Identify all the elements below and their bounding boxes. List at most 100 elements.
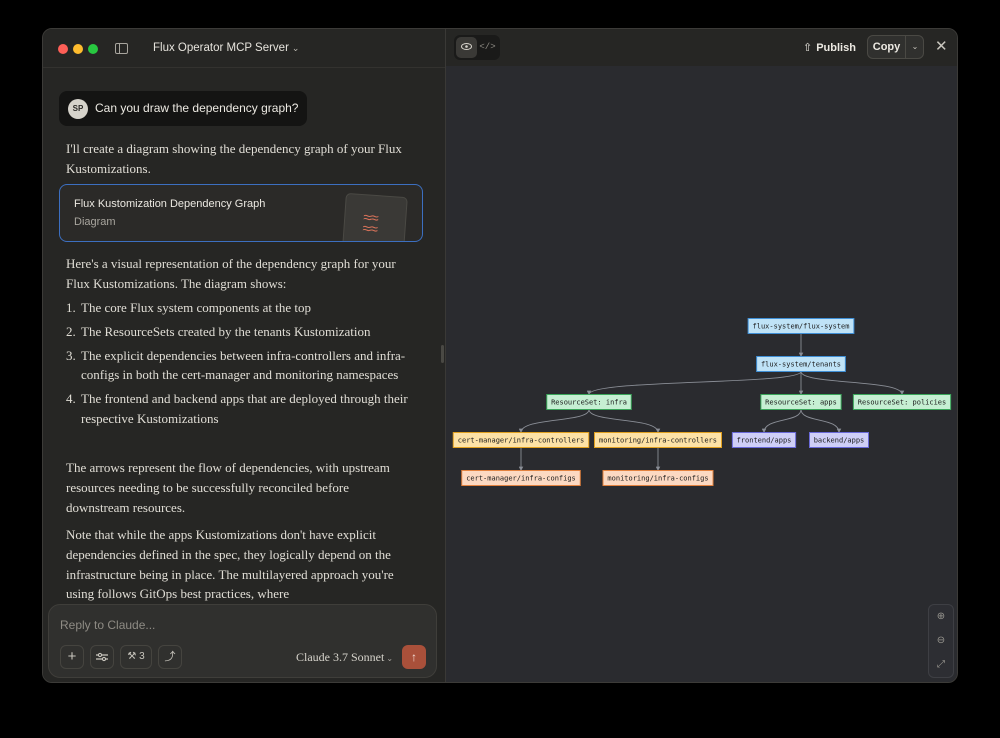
resize-handle[interactable] — [441, 345, 444, 363]
artifact-card-title: Flux Kustomization Dependency Graph — [74, 198, 266, 210]
list-item-text: The core Flux system components at the t… — [81, 300, 311, 315]
reply-input[interactable] — [60, 615, 400, 635]
graph-edge — [586, 371, 802, 396]
eye-icon — [461, 43, 472, 50]
graph-edge — [588, 409, 661, 434]
add-attachment-button[interactable]: + — [60, 645, 84, 669]
artifact-header: </> ⇧ Publish Copy ⌄ ✕ — [446, 29, 957, 66]
settings-sliders-button[interactable] — [90, 645, 114, 669]
publish-button[interactable]: ⇧ Publish — [803, 41, 856, 54]
graph-node-rs-infra: ResourceSet: infra — [546, 394, 632, 410]
graph-node-label: cert-manager/infra-configs — [466, 475, 576, 483]
list-item: 2. The ResourceSets created by the tenant… — [66, 322, 416, 342]
code-tab[interactable]: </> — [477, 37, 498, 58]
project-title-dropdown[interactable]: Flux Operator MCP Server ⌄ — [153, 42, 299, 54]
graph-node-label: ResourceSet: apps — [765, 399, 837, 407]
graph-node-label: flux-system/tenants — [761, 361, 841, 369]
preview-tab[interactable] — [456, 37, 477, 58]
list-item: 1. The core Flux system components at the… — [66, 298, 416, 318]
copy-button-group: Copy ⌄ — [867, 35, 924, 59]
arrow-up-icon: ↑ — [411, 650, 417, 664]
graph-node-backend: backend/apps — [809, 432, 869, 448]
graph-edge — [800, 409, 842, 434]
model-selector[interactable]: Claude 3.7 Sonnet ⌄ — [296, 650, 393, 665]
graph-node-rs-apps: ResourceSet: apps — [760, 394, 842, 410]
list-item-number: 4. — [66, 391, 76, 407]
minimize-window-button[interactable] — [73, 44, 83, 54]
graph-node-label: ResourceSet: policies — [858, 399, 947, 407]
list-item-number: 1. — [66, 300, 76, 315]
copy-button[interactable]: Copy — [868, 36, 906, 58]
maximize-window-button[interactable] — [88, 44, 98, 54]
list-item-number: 2. — [66, 323, 76, 339]
publish-label: Publish — [816, 42, 856, 54]
list-item-text: The ResourceSets created by the tenants … — [81, 323, 371, 339]
list-item: 4. The frontend and backend apps that are… — [66, 389, 416, 429]
assistant-intro: I'll create a diagram showing the depend… — [66, 141, 402, 176]
composer: + ⚒ 3 ⤴ Claude 3.7 Sonnet⌄ ↑ — [48, 604, 437, 678]
sliders-icon — [96, 652, 108, 662]
title-bar: Flux Operator MCP Server ⌄ — [43, 29, 445, 68]
list-item-text: The frontend and backend apps that are d… — [81, 391, 408, 426]
graph-edge — [518, 409, 590, 434]
artifact-thumbnail-icon: ≈≈ ≈≈ — [342, 192, 408, 241]
copy-options-dropdown[interactable]: ⌄ — [906, 36, 924, 58]
list-item-number: 3. — [66, 347, 76, 363]
send-button[interactable]: ↑ — [402, 645, 426, 669]
graph-node-rs-policies: ResourceSet: policies — [852, 394, 952, 410]
chevron-down-icon: ⌄ — [911, 42, 919, 51]
zoom-in-icon: ⊕ — [936, 611, 946, 622]
graph-node-cm-ctrl: cert-manager/infra-controllers — [452, 432, 590, 448]
graph-edge — [800, 371, 905, 396]
zoom-out-button[interactable]: ⊖ — [929, 629, 953, 653]
graph-node-cm-cfg: cert-manager/infra-configs — [461, 470, 581, 486]
artifact-card-type: Diagram — [74, 216, 116, 228]
graph-edge — [761, 409, 802, 434]
share-icon: ⇧ — [803, 42, 813, 54]
list-item: 3. The explicit dependencies between infr… — [66, 346, 416, 386]
chat-pane: Flux Operator MCP Server ⌄ SP Can you dra… — [43, 29, 445, 682]
list-item-text: The explicit dependencies between infra-… — [81, 347, 406, 383]
zoom-out-icon: ⊖ — [936, 635, 946, 646]
plug-icon: ⤴ — [164, 651, 176, 663]
close-window-button[interactable] — [58, 44, 68, 54]
arrows-note: The arrows represent the flow of depende… — [66, 460, 390, 515]
graph-node-label: monitoring/infra-controllers — [599, 437, 717, 445]
chevron-down-icon: ⌄ — [291, 43, 300, 53]
tools-count: 3 — [139, 651, 145, 662]
close-artifact-button[interactable]: ✕ — [935, 38, 948, 56]
graph-node-label: monitoring/infra-configs — [607, 475, 708, 483]
apps-note: Note that while the apps Kustomizations … — [66, 527, 394, 602]
graph-node-mon-ctrl: monitoring/infra-controllers — [594, 432, 722, 448]
user-message: SP Can you draw the dependency graph? — [59, 91, 307, 126]
zoom-in-button[interactable]: ⊕ — [929, 605, 953, 629]
graph-node-label: frontend/apps — [737, 437, 792, 445]
expand-icon: ⤢ — [937, 659, 945, 670]
sidebar-toggle-icon[interactable] — [115, 43, 128, 54]
view-toggle: </> — [454, 35, 500, 60]
hammer-icon: ⚒ — [127, 651, 137, 662]
graph-node-frontend: frontend/apps — [731, 432, 797, 448]
tools-button[interactable]: ⚒ 3 — [120, 645, 152, 669]
user-message-text: Can you draw the dependency graph? — [95, 101, 299, 115]
chevron-down-icon: ⌄ — [386, 654, 394, 663]
model-name: Claude 3.7 Sonnet — [296, 650, 385, 664]
graph-node-label: cert-manager/infra-controllers — [458, 437, 584, 445]
integrations-button[interactable]: ⤴ — [158, 645, 182, 669]
graph-node-label: backend/apps — [814, 437, 865, 445]
graph-node-label: ResourceSet: infra — [551, 399, 627, 407]
code-icon: </> — [479, 42, 496, 52]
dependency-graph: flux-system/flux-system flux-system/tenan… — [452, 318, 952, 486]
graph-node-label: flux-system/flux-system — [753, 323, 850, 331]
close-icon: ✕ — [935, 38, 948, 55]
zoom-controls: ⊕ ⊖ ⤢ — [928, 604, 954, 678]
graph-node-tenants: flux-system/tenants — [756, 356, 846, 372]
project-title: Flux Operator MCP Server — [153, 42, 289, 54]
artifact-pane: </> ⇧ Publish Copy ⌄ ✕ flux-system/flux-s… — [446, 29, 957, 682]
fit-view-button[interactable]: ⤢ — [929, 653, 953, 677]
app-window: Flux Operator MCP Server ⌄ SP Can you dra… — [42, 28, 958, 683]
artifact-card[interactable]: Flux Kustomization Dependency Graph Diag… — [59, 184, 423, 242]
avatar: SP — [68, 99, 88, 119]
graph-node-mon-cfg: monitoring/infra-configs — [602, 470, 714, 486]
graph-node-flux: flux-system/flux-system — [747, 318, 855, 334]
